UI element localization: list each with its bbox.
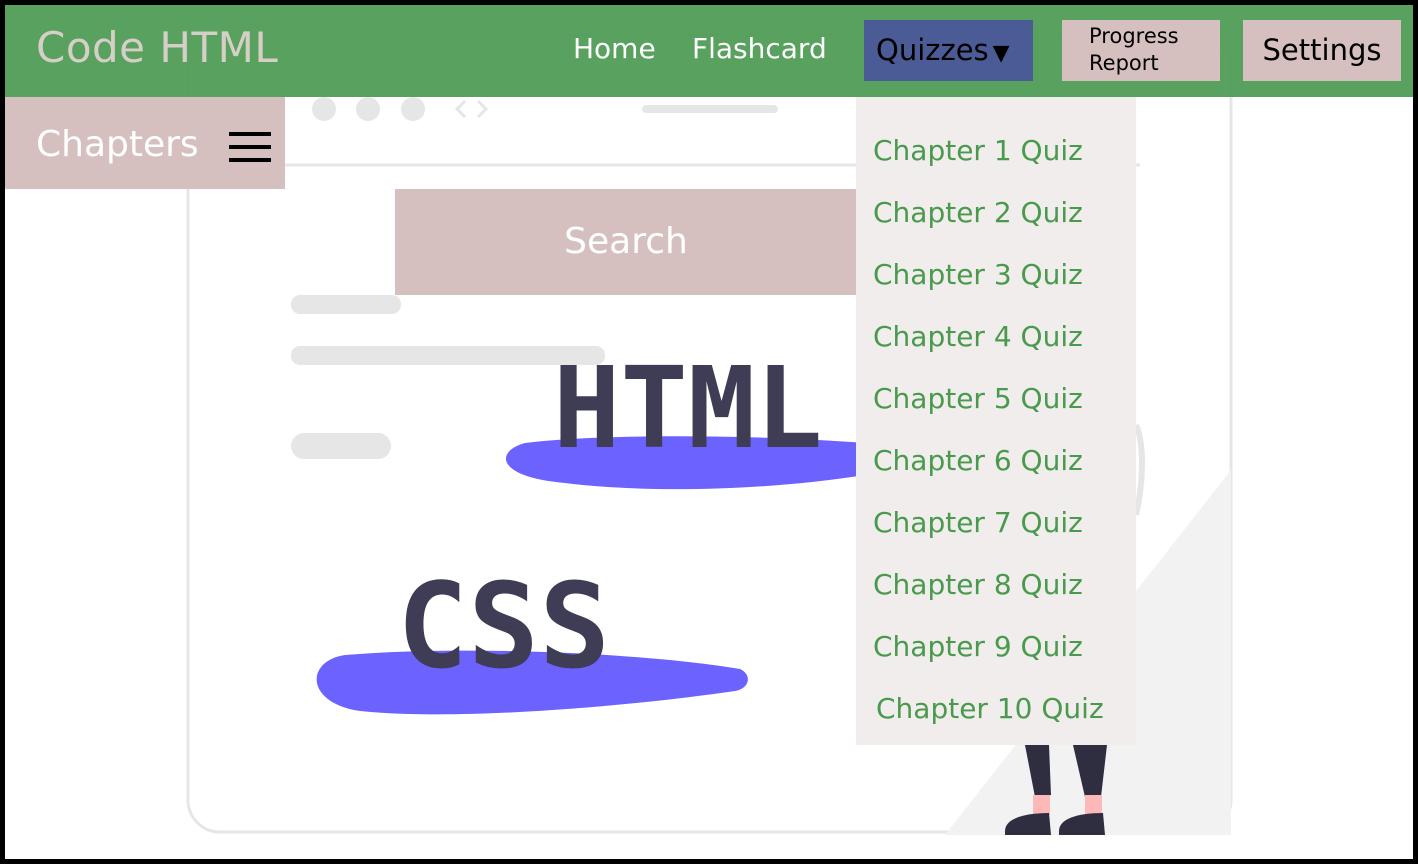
nav-quizzes-dropdown-button[interactable]: Quizzes ▼ bbox=[864, 20, 1033, 81]
placeholder-line-1 bbox=[291, 295, 401, 314]
nav-settings-button[interactable]: Settings bbox=[1243, 20, 1401, 81]
chapters-menu-button[interactable]: Chapters bbox=[5, 97, 285, 189]
html-logo-text: HTML bbox=[553, 344, 823, 474]
quiz-menu-item-chapter-1[interactable]: Chapter 1 Quiz bbox=[873, 134, 1083, 167]
chapters-label: Chapters bbox=[36, 124, 199, 165]
browser-dot-1 bbox=[312, 97, 336, 121]
caret-down-icon: ▼ bbox=[992, 41, 1010, 66]
browser-dot-2 bbox=[356, 97, 380, 121]
person-sock-right bbox=[1085, 795, 1102, 815]
nav-progress-report-button[interactable]: Progress Report bbox=[1062, 20, 1220, 81]
placeholder-line-3 bbox=[291, 433, 391, 459]
hamburger-menu-icon bbox=[229, 132, 271, 162]
quiz-menu-item-chapter-7[interactable]: Chapter 7 Quiz bbox=[873, 506, 1083, 539]
quiz-menu-item-chapter-4[interactable]: Chapter 4 Quiz bbox=[873, 320, 1083, 353]
quiz-menu-item-chapter-8[interactable]: Chapter 8 Quiz bbox=[873, 568, 1083, 601]
progress-label-line2: Report bbox=[1089, 51, 1159, 75]
progress-label-line1: Progress bbox=[1089, 24, 1179, 48]
app-window: HTML CSS Code HTML Home Flashcard Quizze… bbox=[5, 5, 1413, 859]
quiz-menu-item-chapter-10[interactable]: Chapter 10 Quiz bbox=[876, 692, 1104, 725]
nav-quizzes-label: Quizzes bbox=[876, 33, 989, 67]
quiz-menu-item-chapter-2[interactable]: Chapter 2 Quiz bbox=[873, 196, 1083, 229]
quiz-menu-item-chapter-9[interactable]: Chapter 9 Quiz bbox=[873, 630, 1083, 663]
nav-flashcard-link[interactable]: Flashcard bbox=[692, 32, 827, 65]
quiz-menu-item-chapter-5[interactable]: Chapter 5 Quiz bbox=[873, 382, 1083, 415]
quizzes-dropdown-menu: Chapter 1 Quiz Chapter 2 Quiz Chapter 3 … bbox=[856, 97, 1136, 745]
css-logo-text: CSS bbox=[397, 557, 610, 695]
nav-home-link[interactable]: Home bbox=[573, 32, 656, 65]
search-button[interactable]: Search bbox=[395, 189, 857, 295]
quiz-menu-item-chapter-3[interactable]: Chapter 3 Quiz bbox=[873, 258, 1083, 291]
brand-logo[interactable]: Code HTML bbox=[36, 23, 278, 72]
top-nav-bar: Code HTML Home Flashcard Quizzes ▼ Progre… bbox=[5, 5, 1413, 97]
browser-dot-3 bbox=[401, 97, 425, 121]
person-sock-left bbox=[1033, 795, 1050, 815]
address-bar bbox=[642, 105, 778, 113]
quiz-menu-item-chapter-6[interactable]: Chapter 6 Quiz bbox=[873, 444, 1083, 477]
